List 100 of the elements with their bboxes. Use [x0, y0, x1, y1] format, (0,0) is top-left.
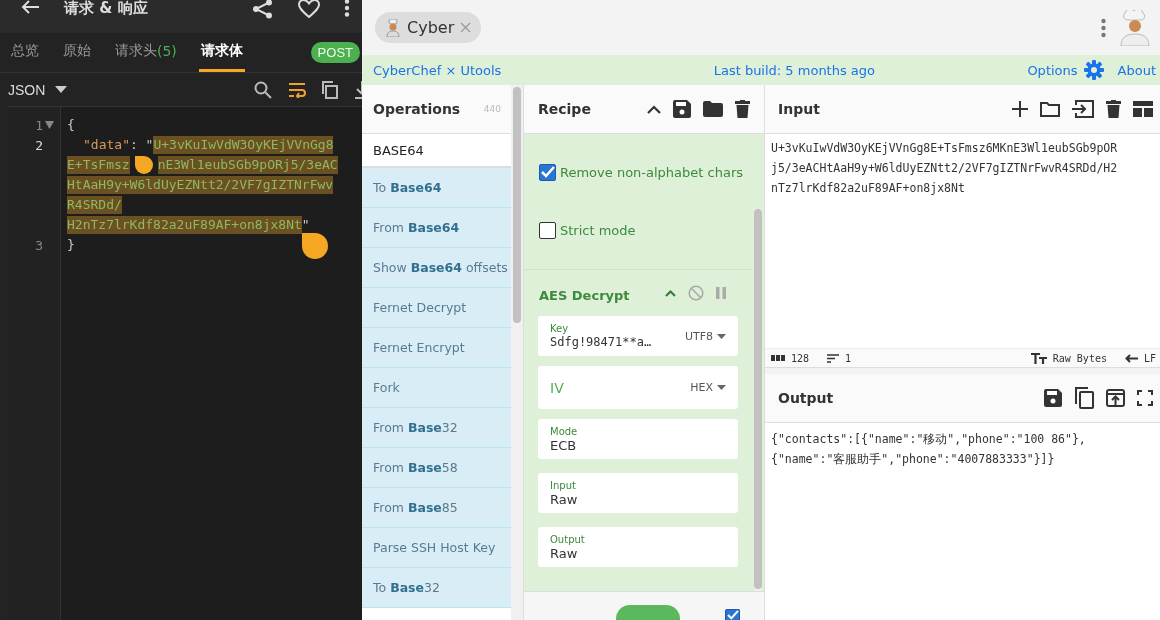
select-field[interactable]: Input Raw [538, 473, 738, 513]
more-icon[interactable] [344, 0, 350, 17]
save-icon[interactable] [1044, 389, 1062, 407]
settings-icon[interactable] [1083, 60, 1104, 80]
field-value: Raw [550, 491, 579, 507]
operation-item[interactable]: Fernet Encrypt [362, 328, 511, 368]
chef-icon [385, 18, 401, 37]
line-number: 1 [35, 117, 43, 133]
field-label: Output [550, 533, 586, 545]
back-arrow-icon[interactable] [20, 0, 40, 15]
caret-up-icon[interactable] [647, 104, 661, 114]
code-text: } [67, 236, 75, 254]
input-title: Input [778, 101, 820, 117]
operation-item[interactable]: From Base32 [362, 408, 511, 448]
selection-handle-icon[interactable] [301, 233, 328, 259]
encoding-dropdown[interactable]: HEX [690, 381, 726, 394]
upload-icon[interactable] [1106, 389, 1125, 407]
operations-count: 440 [483, 104, 501, 114]
field-label: Key [550, 323, 570, 334]
output-text: {"name":"客服助手","phone":"4007883333"}]} [771, 451, 1056, 468]
operation-item[interactable]: From Base64 [362, 208, 511, 248]
selected-string: E+TsFmsz [67, 156, 130, 174]
checkbox-label: Strict mode [560, 222, 636, 238]
trash-icon[interactable] [1106, 100, 1121, 118]
field-label: Input [550, 479, 577, 491]
caret-down-icon[interactable] [55, 85, 68, 94]
tab[interactable]: 请求体 [198, 33, 245, 72]
code-text: " [301, 216, 310, 234]
selection-handle-icon[interactable] [134, 156, 153, 174]
selected-string: nE3Wl1eubSGb9pORj5/3eAC [157, 156, 338, 174]
json-key: "data" [83, 135, 130, 155]
layout-icon[interactable] [1133, 101, 1153, 117]
screen-title: 请求 & 响应 [64, 0, 148, 16]
checkbox[interactable] [539, 163, 556, 181]
encoding-dropdown[interactable]: UTF8 [684, 329, 726, 343]
code-text: : " [129, 136, 154, 154]
tab[interactable]: 原始 [61, 33, 93, 72]
operations-title: Operations [373, 101, 461, 117]
line-number: 3 [35, 237, 43, 253]
method-badge: POST [310, 42, 360, 63]
app-tab[interactable]: Cyber [375, 12, 482, 43]
selected-string: H2nTz7lrKdf82a2uF89AF+on8jx8Nt [67, 216, 302, 234]
operation-item[interactable]: To Base64 [362, 168, 511, 208]
format-dropdown[interactable]: JSON [8, 81, 68, 98]
input-area[interactable]: U+3vKuIwVdW3OyKEjVVnGg8E+TsFmsz6MKnE3Wl1eubSGb9pOR j5/3eACHtAaH9y+W6ldUyEZNtt2/2VF7gIZTNrFwvR4SRDd/H2 nTz7lrKdf82a2uF89AF+on8jx8Nt [765, 134, 1160, 348]
tab[interactable]: 请求头(5) [113, 33, 179, 72]
download-icon[interactable] [354, 80, 364, 99]
copy-icon[interactable] [1074, 387, 1094, 409]
copy-icon[interactable] [322, 80, 338, 99]
build-info: Last build: 5 months ago [712, 62, 876, 78]
code-text: { [67, 116, 75, 134]
encoding-label[interactable]: Raw Bytes [1052, 352, 1107, 364]
import-icon[interactable] [1072, 100, 1094, 118]
scrollbar-thumb[interactable] [754, 209, 762, 589]
trash-icon[interactable] [735, 100, 750, 118]
caret-down-icon[interactable] [717, 333, 726, 339]
brand-link[interactable]: CyberChef × Utools [373, 62, 502, 78]
operation-title: AES Decrypt [539, 287, 630, 303]
operation-item[interactable]: Fernet Decrypt [362, 288, 511, 328]
field-placeholder: IV [550, 379, 565, 396]
search-icon[interactable] [254, 80, 272, 99]
auto-bake-checkbox[interactable] [725, 609, 740, 620]
input-text: j5/3eACHtAaH9y+W6ldUyEZNtt2/2VF7gIZTNrFwvR4SRDd/H2 [771, 160, 1119, 177]
iv-field[interactable]: IV HEX [538, 366, 738, 409]
fold-caret-icon[interactable] [45, 121, 54, 129]
recipe-title: Recipe [538, 101, 591, 117]
selected-string: R4SRDd/ [67, 196, 122, 214]
tab[interactable]: 总览 [9, 33, 41, 72]
options-link[interactable]: Options [1027, 62, 1078, 78]
tab-label: Cyber [407, 18, 455, 37]
checkbox[interactable] [539, 221, 556, 239]
field-value: Raw [550, 545, 579, 561]
select-field[interactable]: Mode ECB [538, 419, 738, 459]
fullscreen-icon[interactable] [1137, 390, 1153, 406]
return-arrow-icon[interactable] [1124, 353, 1138, 363]
caret-down-icon[interactable] [717, 385, 726, 390]
text-size-icon[interactable] [1030, 352, 1047, 364]
folder-icon[interactable] [1040, 101, 1060, 117]
operation-item[interactable]: From Base85 [362, 488, 511, 528]
select-field[interactable]: Output Raw [538, 527, 738, 567]
wrap-icon[interactable] [288, 81, 306, 98]
operation-item[interactable]: To Base32 [362, 568, 511, 608]
plus-icon[interactable] [1012, 101, 1028, 117]
scrollbar-thumb[interactable] [513, 87, 521, 323]
operation-item[interactable]: Show Base64 offsets [362, 248, 511, 288]
folder-icon[interactable] [703, 101, 723, 117]
about-link[interactable]: About [1117, 62, 1156, 78]
selected-string: U+3vKuIwVdW3OyKEjVVnGg8 [153, 136, 334, 154]
chef-avatar-icon[interactable] [1118, 9, 1152, 46]
key-field[interactable]: Key Sdfg!98471**a… UTF8 [538, 316, 738, 356]
save-icon[interactable] [673, 100, 691, 118]
operation-item[interactable]: From Base58 [362, 448, 511, 488]
operation-item[interactable]: Parse SSH Host Key [362, 528, 511, 568]
operation-item[interactable]: Fork [362, 368, 511, 408]
checkbox-label: Remove non-alphabet chars [560, 164, 743, 180]
eol-label[interactable]: LF [1143, 352, 1156, 364]
input-text: nTz7lrKdf82a2uF89AF+on8jx8Nt [771, 180, 966, 197]
heart-icon[interactable] [298, 0, 320, 19]
selected-string: HtAaH9y+W6ldUyEZNtt2/2VF7gIZTNrFwv [67, 176, 334, 194]
share-icon[interactable] [252, 0, 274, 19]
